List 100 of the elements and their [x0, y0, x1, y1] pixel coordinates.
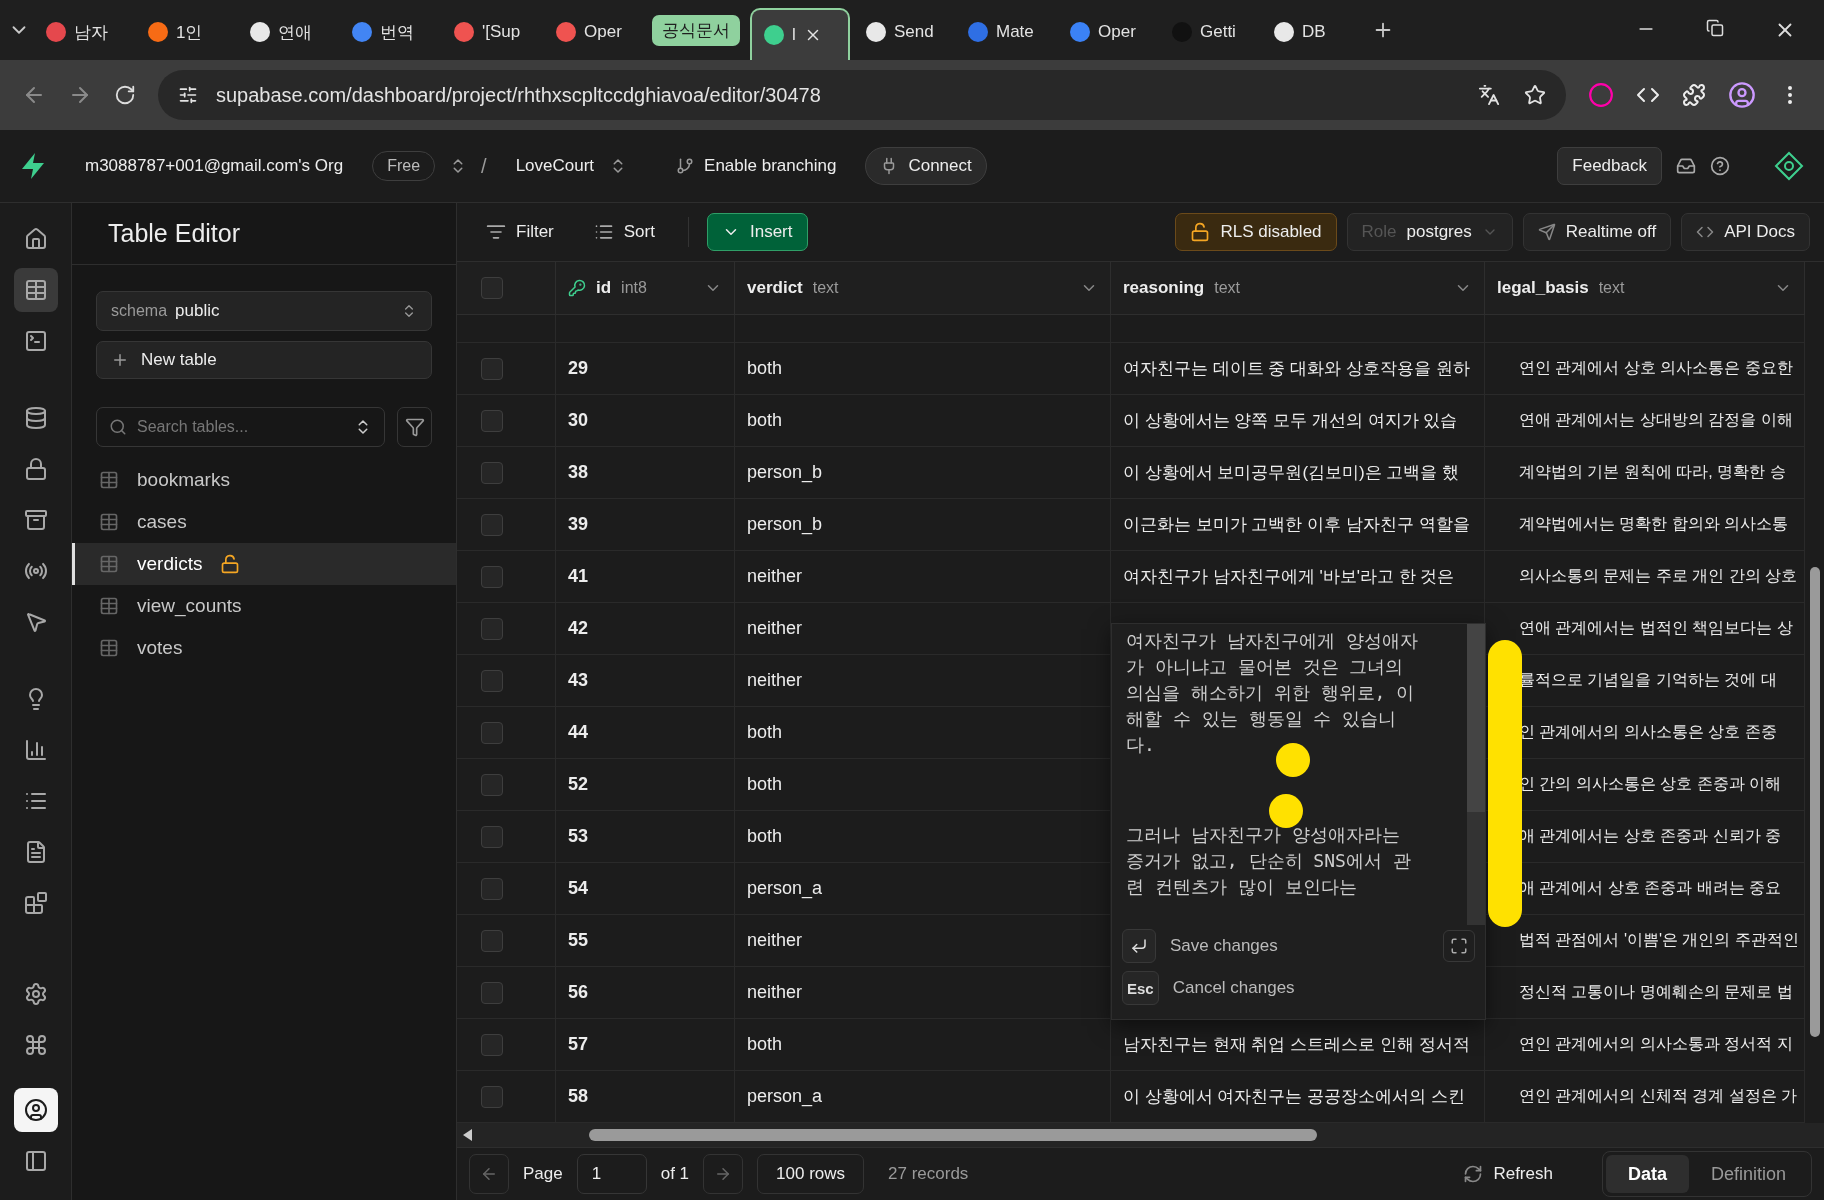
api-docs-button[interactable]: API Docs — [1681, 213, 1810, 251]
filter-icon — [486, 222, 506, 242]
restore-icon[interactable] — [1706, 19, 1724, 37]
row-checkbox[interactable] — [481, 565, 503, 588]
filter-icon — [404, 417, 425, 437]
table-cell-text: 연인 관계에서의 의사소통과 정서적 지 — [1519, 1034, 1793, 1054]
row-checkbox[interactable] — [481, 721, 503, 744]
table-list-item[interactable]: verdicts — [72, 543, 456, 585]
profile-icon[interactable] — [1728, 81, 1756, 109]
row-checkbox[interactable] — [481, 981, 503, 1004]
checkbox[interactable] — [481, 277, 503, 299]
tab-group-label[interactable]: 공식문서 — [652, 15, 740, 46]
table-cell: 52 — [568, 774, 589, 795]
org-selector[interactable]: m3088787+001@gmail.com's Org — [70, 147, 359, 185]
reload-icon[interactable] — [114, 84, 136, 106]
browser-tab[interactable]: 남자 — [34, 10, 132, 54]
view-tab[interactable]: Definition — [1688, 1155, 1808, 1193]
table-cell: 43 — [568, 670, 589, 691]
help-icon[interactable] — [1710, 156, 1730, 176]
extensions-icon[interactable] — [1682, 83, 1706, 107]
row-checkbox[interactable] — [481, 773, 503, 796]
row-checkbox[interactable] — [481, 1085, 503, 1108]
table-list-item[interactable]: view_counts — [72, 585, 456, 627]
page-input[interactable]: 1 — [576, 1154, 647, 1194]
column-header[interactable]: legal_basis text — [1485, 262, 1805, 315]
inbox-icon[interactable] — [1676, 156, 1696, 176]
browser-tab[interactable]: Send — [854, 10, 952, 54]
row-checkbox[interactable] — [481, 513, 503, 536]
insert-button[interactable]: Insert — [706, 213, 808, 251]
table-cell: 38 — [568, 462, 589, 483]
text-editor-field[interactable]: 여자친구가 남자친구에게 양성애자가 아니냐고 물어본 것은 그녀의 의심을 해소하기 위한 행위로, 이해할 수 있는 행동일 수 있습니다. 그러나 남자친구가 양성애자라는 증거가 없고, 단순히 SNS에서 관련 컨텐츠가 많이 보인다는 — [1112, 624, 1467, 925]
refresh-button[interactable]: Refresh — [1448, 1155, 1568, 1193]
table-cell: person_a — [747, 878, 823, 899]
filter-button[interactable]: Filter — [471, 213, 569, 251]
page-label: Page — [523, 1164, 563, 1184]
row-checkbox[interactable] — [481, 1033, 503, 1056]
table-cell: neither — [747, 618, 803, 639]
browser-tab[interactable]: Getti — [1160, 10, 1258, 54]
realtime-button[interactable]: Realtime off — [1522, 213, 1672, 251]
table-cell-text: 여자친구는 데이트 중 대화와 상호작용을 원하 — [1123, 358, 1470, 380]
save-changes-action[interactable]: Save changes — [1170, 936, 1278, 956]
row-checkbox[interactable] — [481, 825, 503, 848]
user-icon[interactable] — [13, 1088, 58, 1132]
row-checkbox[interactable] — [481, 409, 503, 432]
table-cell: both — [747, 826, 783, 847]
search-box[interactable]: Search tables... — [96, 407, 385, 447]
expand-icon[interactable] — [1443, 930, 1475, 962]
rls-button[interactable]: RLS disabled — [1175, 213, 1337, 251]
address-bar[interactable]: supabase.com/dashboard/project/rhthxscpltccdghiavoa/editor/30478 — [158, 70, 1566, 120]
browser-tab[interactable]: Oper — [544, 10, 642, 54]
table-cell: 57 — [568, 1034, 589, 1055]
cancel-changes-action[interactable]: Cancel changes — [1172, 978, 1295, 998]
column-header[interactable]: verdict text — [735, 262, 1111, 315]
table-list-item[interactable]: votes — [72, 627, 456, 669]
new-table-button[interactable]: New table — [96, 341, 432, 379]
esc-key: Esc — [1122, 971, 1159, 1005]
row-checkbox[interactable] — [481, 929, 503, 952]
row-checkbox[interactable] — [481, 357, 503, 380]
browser-tab[interactable]: Mate — [956, 10, 1054, 54]
browser-tab[interactable]: Oper — [1058, 10, 1156, 54]
rows-per-page-button[interactable]: 100 rows — [757, 1154, 865, 1194]
scroll-left-icon[interactable] — [463, 1129, 473, 1141]
sort-button[interactable]: Sort — [578, 213, 670, 251]
column-header[interactable]: reasoning text — [1111, 262, 1485, 315]
table-cell-text: 연인 관계에서의 신체적 경계 설정은 가 — [1519, 1086, 1798, 1106]
table-cell-text: 연애 관계에서는 법적인 책임보다는 상 — [1519, 618, 1793, 638]
scrollbar-thumb[interactable] — [589, 1129, 1317, 1141]
browser-tab[interactable]: 1인 — [136, 10, 234, 54]
feedback-button[interactable]: Feedback — [1557, 147, 1662, 185]
branching-button[interactable]: Enable branching — [661, 147, 852, 185]
connect-button[interactable]: Connect — [865, 147, 987, 185]
logo-icon[interactable] — [20, 152, 46, 180]
view-tab[interactable]: Data — [1605, 1155, 1689, 1193]
page-count: of 1 — [660, 1164, 690, 1184]
bookmark-icon[interactable] — [1524, 84, 1546, 106]
site-info-icon[interactable] — [178, 85, 198, 105]
table-list-item[interactable]: bookmarks — [72, 459, 456, 501]
table-cell: 39 — [568, 514, 589, 535]
schema-selector[interactable]: schema public — [96, 291, 432, 331]
table-icon[interactable] — [13, 268, 58, 312]
filter-button[interactable] — [397, 407, 432, 447]
row-checkbox[interactable] — [481, 461, 503, 484]
table-list-item[interactable]: cases — [72, 501, 456, 543]
browser-tab[interactable]: '[Sup — [442, 10, 540, 54]
scrollbar-thumb[interactable] — [1809, 567, 1820, 1037]
row-checkbox[interactable] — [481, 617, 503, 640]
table-cell-text: 이근화는 보미가 고백한 이후 남자친구 역할을 — [1123, 514, 1470, 536]
assistant-icon[interactable] — [1774, 151, 1804, 181]
column-header[interactable]: id int8 — [556, 262, 735, 315]
browser-tab[interactable]: 연애 — [238, 10, 336, 54]
browser-tab[interactable]: 번역 — [340, 10, 438, 54]
browser-tab[interactable]: l — [750, 8, 850, 60]
row-checkbox[interactable] — [481, 669, 503, 692]
translate-icon[interactable] — [1478, 84, 1500, 106]
project-selector[interactable]: LoveCourt — [500, 147, 610, 185]
table-cell-text: 법적 관점에서 '이쁨'은 개인의 주관적인 — [1519, 930, 1799, 950]
browser-tab[interactable]: DB — [1262, 10, 1360, 54]
table-cell: neither — [747, 670, 803, 691]
row-checkbox[interactable] — [481, 877, 503, 900]
search-field[interactable]: Search tables... — [135, 417, 346, 437]
